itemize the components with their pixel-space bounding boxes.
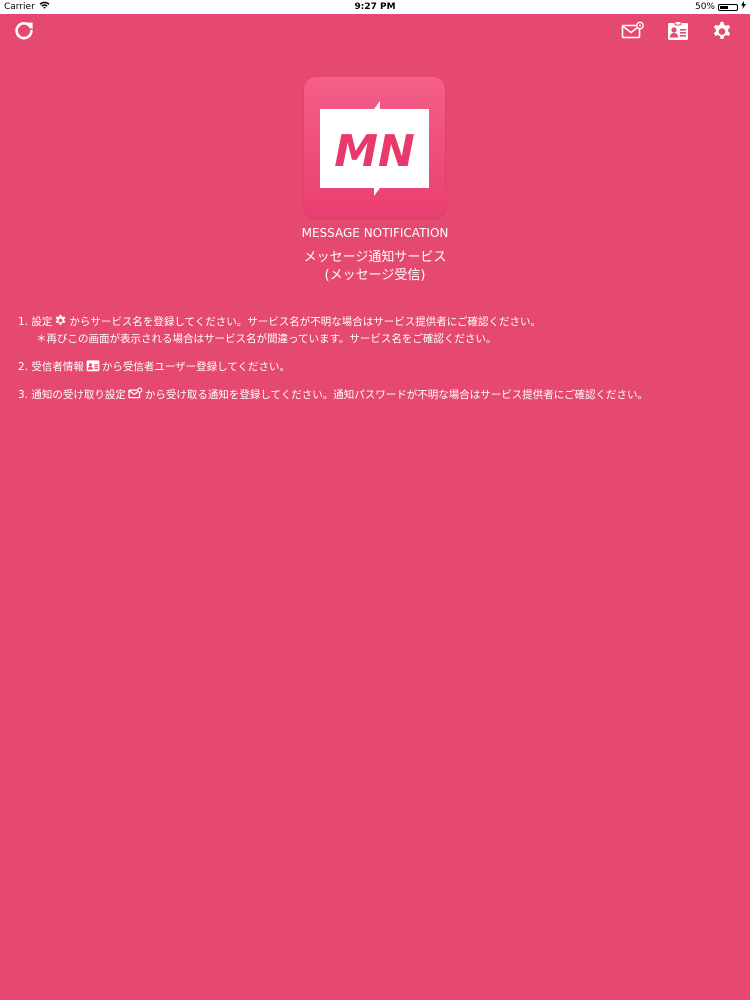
step1-after: からサービス名を登録してください。サービス名が不明な場合はサービス提供者にご確認…: [69, 316, 542, 328]
recipient-info-button[interactable]: [665, 20, 691, 46]
status-right: 50%: [695, 0, 746, 14]
step3-after: から受け取る通知を登録してください。通知パスワードが不明な場合はサービス提供者に…: [144, 389, 649, 401]
step3-before: 3. 通知の受け取り設定: [18, 389, 126, 401]
service-title: メッセージ通知サービス (メッセージ受信): [0, 249, 750, 285]
status-bar: Carrier 9:27 PM 50%: [0, 0, 750, 14]
battery-icon: [718, 3, 738, 11]
mail-settings-button[interactable]: [620, 20, 646, 46]
refresh-button[interactable]: [11, 20, 37, 46]
battery-percent: 50%: [694, 2, 715, 12]
contact-card-icon: [667, 21, 689, 45]
instruction-step-2: 2. 受信者情報 から受信者ユーザー登録してください。: [18, 359, 290, 378]
logo-graphic: MN: [320, 101, 429, 196]
status-time: 9:27 PM: [354, 2, 396, 12]
mail-settings-icon: [621, 21, 645, 45]
battery-fill: [720, 5, 728, 9]
contact-card-icon: [86, 359, 100, 378]
charging-icon: [741, 0, 746, 14]
app-logo: MN: [304, 77, 445, 218]
service-title-line2: (メッセージ受信): [324, 268, 426, 283]
service-title-line1: メッセージ通知サービス: [303, 250, 447, 265]
settings-button[interactable]: [709, 20, 735, 46]
instruction-step-1-note: ＊再びこの画面が表示される場合はサービス名が間違っています。サービス名をご確認く…: [36, 333, 497, 345]
step1-before: 1. 設定: [18, 316, 53, 328]
step2-after: から受信者ユーザー登録してください。: [101, 361, 291, 373]
gear-icon: [711, 20, 733, 46]
refresh-icon: [13, 20, 35, 46]
mail-settings-icon: [128, 387, 143, 406]
app-name: MESSAGE NOTIFICATION: [301, 226, 449, 240]
logo-letters: MN: [334, 126, 415, 177]
nav-bar: [0, 14, 750, 50]
instruction-step-3: 3. 通知の受け取り設定 から受け取る通知を登録してください。通知パスワードが不明…: [18, 387, 648, 406]
step2-before: 2. 受信者情報: [18, 361, 84, 373]
